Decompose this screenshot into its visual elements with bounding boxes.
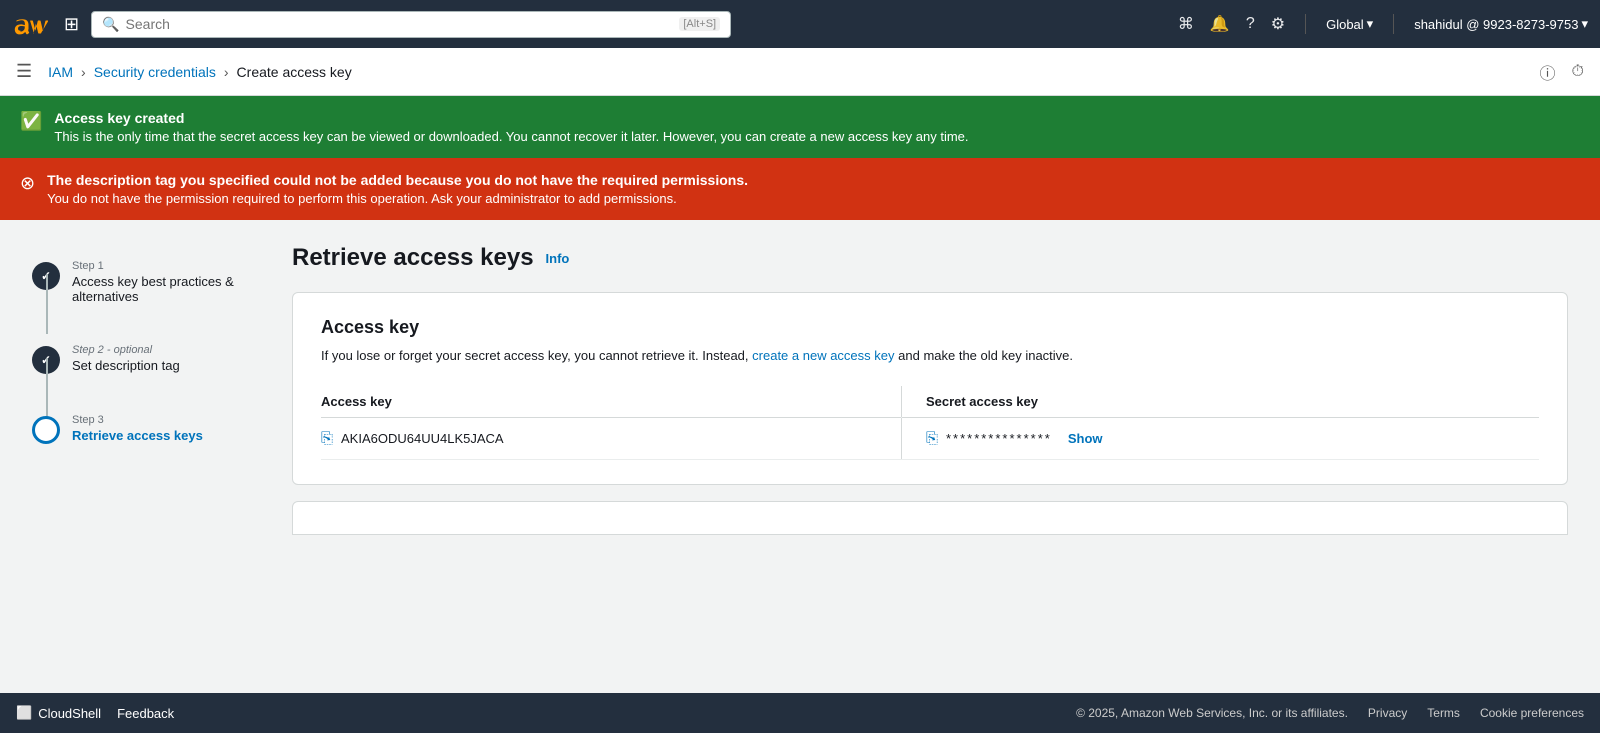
success-alert-title: Access key created bbox=[54, 110, 968, 126]
breadcrumb-current: Create access key bbox=[237, 64, 352, 80]
col-secret-key-header: Secret access key bbox=[902, 386, 1539, 418]
privacy-link[interactable]: Privacy bbox=[1368, 706, 1407, 720]
feedback-link[interactable]: Feedback bbox=[117, 706, 174, 721]
settings-icon[interactable]: ⚙ bbox=[1271, 14, 1285, 34]
step-3-label: Step 3 bbox=[72, 414, 203, 426]
user-selector[interactable]: shahidul @ 9923-8273-9753 ▾ bbox=[1414, 16, 1588, 32]
nav-divider2 bbox=[1393, 14, 1394, 34]
card-desc-prefix: If you lose or forget your secret access… bbox=[321, 348, 749, 363]
search-input[interactable] bbox=[126, 16, 674, 32]
access-key-card: Access key If you lose or forget your se… bbox=[292, 292, 1568, 485]
search-shortcut: [Alt+S] bbox=[679, 17, 720, 31]
step-connector-1 bbox=[46, 274, 48, 334]
col-access-key-header: Access key bbox=[321, 386, 901, 418]
breadcrumb-actions: ⓘ ⏱ bbox=[1540, 60, 1585, 84]
content-panel: Retrieve access keys Info Access key If … bbox=[292, 244, 1568, 669]
error-alert: ⊗ The description tag you specified coul… bbox=[0, 158, 1600, 220]
refresh-icon[interactable]: ⏱ bbox=[1572, 63, 1584, 81]
step-2-label: Step 2 - optional bbox=[72, 344, 180, 356]
create-new-key-link[interactable]: create a new access key bbox=[752, 348, 894, 363]
card-title: Access key bbox=[321, 317, 1539, 338]
terminal-icon[interactable]: ⌘ bbox=[1178, 14, 1194, 34]
error-circle-icon: ⊗ bbox=[20, 173, 35, 194]
error-alert-desc: You do not have the permission required … bbox=[47, 191, 748, 206]
error-alert-title: The description tag you specified could … bbox=[47, 172, 748, 188]
page-title: Retrieve access keys Info bbox=[292, 244, 1568, 272]
cloudshell-label: CloudShell bbox=[38, 706, 101, 721]
breadcrumb-sep1: › bbox=[81, 64, 86, 80]
access-key-cell: ⎘ AKIA6ODU64UU4LK5JACA bbox=[321, 417, 901, 459]
footer-right: © 2025, Amazon Web Services, Inc. or its… bbox=[1076, 706, 1584, 720]
copy-secret-key-icon[interactable]: ⎘ bbox=[926, 430, 938, 447]
region-selector[interactable]: Global ▾ bbox=[1326, 16, 1373, 32]
search-icon: 🔍 bbox=[102, 16, 119, 33]
main-area: ✓ Step 1 Access key best practices & alt… bbox=[0, 220, 1600, 693]
breadcrumb-iam[interactable]: IAM bbox=[48, 64, 73, 80]
cloudshell-button[interactable]: ⬜ CloudShell bbox=[16, 705, 101, 721]
step-2-title: Set description tag bbox=[72, 358, 180, 373]
success-check-icon: ✅ bbox=[20, 111, 42, 132]
show-secret-key-button[interactable]: Show bbox=[1068, 431, 1103, 446]
step-1-label: Step 1 bbox=[72, 260, 252, 272]
region-chevron: ▾ bbox=[1367, 16, 1374, 32]
step-1: ✓ Step 1 Access key best practices & alt… bbox=[32, 244, 252, 304]
help-icon[interactable]: ? bbox=[1246, 15, 1255, 33]
step-3: Step 3 Retrieve access keys bbox=[32, 398, 252, 444]
nav-divider bbox=[1305, 14, 1306, 34]
card-desc-suffix: and make the old key inactive. bbox=[898, 348, 1073, 363]
terms-link[interactable]: Terms bbox=[1427, 706, 1460, 720]
key-row: ⎘ AKIA6ODU64UU4LK5JACA ⎘ ***************… bbox=[321, 417, 1539, 459]
stepper: ✓ Step 1 Access key best practices & alt… bbox=[32, 244, 252, 669]
search-bar[interactable]: 🔍 [Alt+S] bbox=[91, 11, 731, 38]
info-circle-icon[interactable]: ⓘ bbox=[1540, 60, 1556, 84]
hamburger-icon[interactable]: ☰ bbox=[16, 61, 32, 82]
page-title-text: Retrieve access keys bbox=[292, 244, 534, 272]
secret-key-masked: *************** bbox=[946, 431, 1052, 446]
step-3-title: Retrieve access keys bbox=[72, 428, 203, 443]
access-key-value: AKIA6ODU64UU4LK5JACA bbox=[341, 431, 504, 446]
breadcrumb-sep2: › bbox=[224, 64, 229, 80]
success-alert-desc: This is the only time that the secret ac… bbox=[54, 129, 968, 144]
breadcrumb-bar: ☰ IAM › Security credentials › Create ac… bbox=[0, 48, 1600, 96]
cloudshell-icon: ⬜ bbox=[16, 705, 32, 721]
user-label: shahidul @ 9923-8273-9753 bbox=[1414, 17, 1578, 32]
partial-card bbox=[292, 501, 1568, 535]
bottom-bar: ⬜ CloudShell Feedback © 2025, Amazon Web… bbox=[0, 693, 1600, 733]
step-2: ✓ Step 2 - optional Set description tag bbox=[32, 328, 252, 374]
step-3-dot bbox=[32, 416, 60, 444]
keys-table: Access key Secret access key ⎘ AKIA6ODU6… bbox=[321, 386, 1539, 460]
copyright-text: © 2025, Amazon Web Services, Inc. or its… bbox=[1076, 706, 1348, 720]
copy-access-key-icon[interactable]: ⎘ bbox=[321, 430, 333, 447]
secret-key-cell: ⎘ *************** Show bbox=[902, 417, 1539, 459]
breadcrumb-security-credentials[interactable]: Security credentials bbox=[94, 64, 216, 80]
region-label: Global bbox=[1326, 17, 1364, 32]
grid-icon[interactable]: ⊞ bbox=[64, 14, 79, 35]
info-link[interactable]: Info bbox=[546, 251, 570, 266]
aws-logo[interactable] bbox=[12, 12, 48, 36]
success-alert: ✅ Access key created This is the only ti… bbox=[0, 96, 1600, 158]
bell-icon[interactable]: 🔔 bbox=[1210, 14, 1230, 34]
step-1-title: Access key best practices & alternatives bbox=[72, 274, 252, 304]
cookie-link[interactable]: Cookie preferences bbox=[1480, 706, 1584, 720]
top-navigation: ⊞ 🔍 [Alt+S] ⌘ 🔔 ? ⚙ Global ▾ shahidul @ … bbox=[0, 0, 1600, 48]
card-desc: If you lose or forget your secret access… bbox=[321, 346, 1539, 366]
nav-icons: ⌘ 🔔 ? ⚙ Global ▾ shahidul @ 9923-8273-97… bbox=[1178, 14, 1588, 34]
user-chevron: ▾ bbox=[1581, 16, 1588, 32]
